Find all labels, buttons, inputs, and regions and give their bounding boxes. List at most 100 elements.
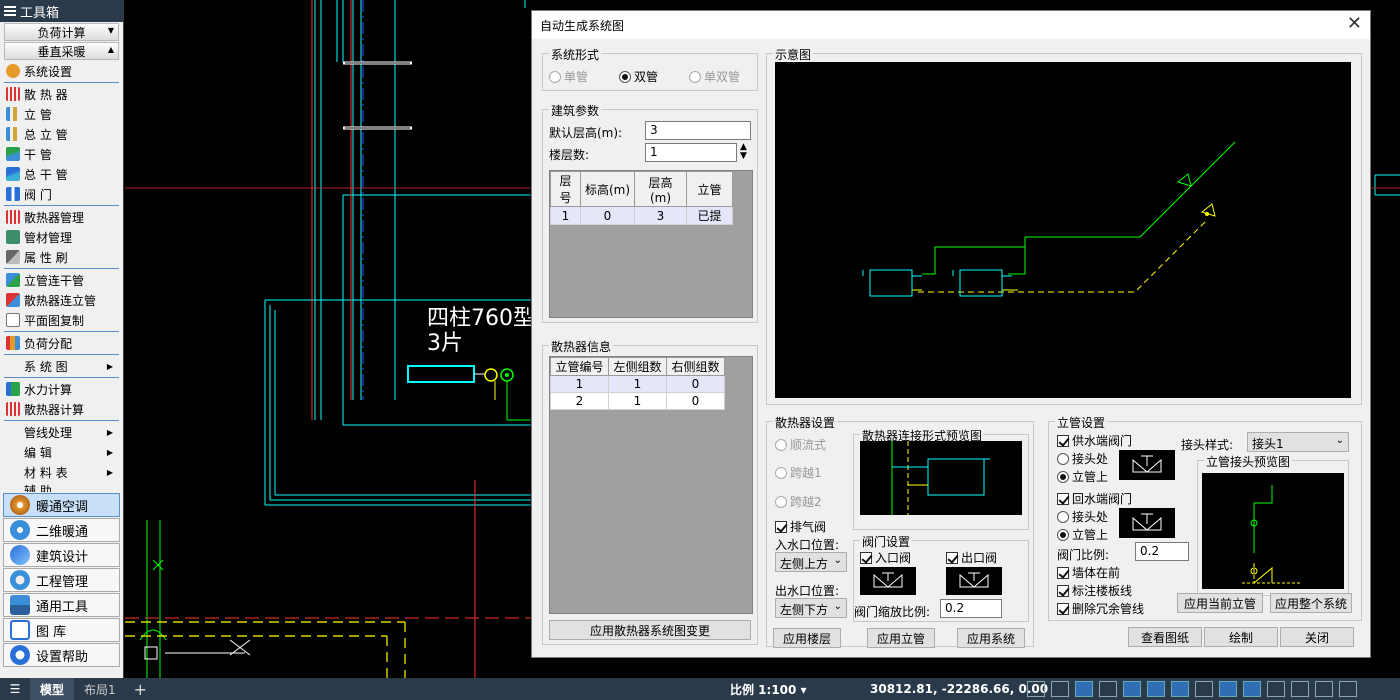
floor-height-input[interactable]: 3: [645, 121, 751, 140]
checkbox-supply-valve[interactable]: 供水端阀门: [1057, 432, 1132, 449]
section-vertical-heating[interactable]: 垂直采暖 ▲: [4, 42, 119, 60]
checkbox-vent-valve[interactable]: 排气阀: [775, 518, 826, 535]
tool-riser[interactable]: 立 管: [0, 104, 123, 124]
tool-auxiliary[interactable]: 辅 助: [0, 482, 123, 492]
selection-cycle-icon[interactable]: [1243, 681, 1261, 697]
checkbox-delete-redundant[interactable]: 删除冗余管线: [1057, 600, 1144, 617]
module-settings-help[interactable]: 设置帮助: [3, 643, 120, 667]
module-hvac[interactable]: 暖通空调: [3, 493, 120, 517]
table-row[interactable]: 2 1 0: [550, 392, 725, 410]
transparency-icon[interactable]: [1219, 681, 1237, 697]
snap-grid-icon[interactable]: [1051, 681, 1069, 697]
brush-icon: [6, 250, 20, 264]
tool-radiator-calc[interactable]: 散热器计算: [0, 399, 123, 419]
floor-count-input[interactable]: 1: [645, 143, 737, 162]
checkbox-mark-floor-line[interactable]: 标注楼板线: [1057, 582, 1132, 599]
workspace-icon[interactable]: [1291, 681, 1309, 697]
apply-riser-button[interactable]: 应用立管: [867, 628, 935, 648]
section-load-calc[interactable]: 负荷计算 ▼: [4, 23, 119, 41]
settings-icon[interactable]: [1339, 681, 1357, 697]
ortho-icon[interactable]: [1099, 681, 1117, 697]
radiator-label-type: 四柱760型: [427, 306, 535, 331]
module-general-tools[interactable]: 通用工具: [3, 593, 120, 617]
tool-radiator[interactable]: 散 热 器: [0, 84, 123, 104]
radio-single-double-pipe[interactable]: 单双管: [689, 68, 740, 85]
dynamic-input-icon[interactable]: [1075, 681, 1093, 697]
tool-system-diagram[interactable]: 系 统 图 ▶: [0, 356, 123, 376]
bar-chart-icon: [6, 336, 20, 350]
radio-return-on-riser[interactable]: 立管上: [1057, 526, 1108, 543]
module-2d-hvac[interactable]: 二维暖通: [3, 518, 120, 542]
tool-property-brush[interactable]: 属 性 刷: [0, 247, 123, 267]
tool-riser-to-main[interactable]: 立管连干管: [0, 270, 123, 290]
snap-tracking-icon[interactable]: [1171, 681, 1189, 697]
tool-system-settings[interactable]: 系统设置: [0, 61, 123, 81]
table-row[interactable]: 1 1 0: [550, 375, 725, 393]
view-drawing-button[interactable]: 查看图纸: [1128, 627, 1202, 647]
radiator-manage-icon: [6, 210, 20, 224]
module-project-manage[interactable]: 工程管理: [3, 568, 120, 592]
apply-radiator-change-button[interactable]: 应用散热器系统图变更: [549, 620, 751, 640]
polar-icon[interactable]: [1123, 681, 1141, 697]
tool-pipe-process[interactable]: 管线处理 ▶: [0, 422, 123, 442]
checkbox-wall-front[interactable]: 墙体在前: [1057, 564, 1120, 581]
close-icon[interactable]: ✕: [1347, 15, 1362, 33]
close-button[interactable]: 关闭: [1280, 627, 1354, 647]
floor-count-spinner[interactable]: ▲ ▼: [740, 143, 747, 161]
valve-ratio-input[interactable]: 0.2: [1135, 542, 1189, 561]
radio-single-pipe[interactable]: 单管: [549, 68, 588, 85]
tab-layout1[interactable]: 布局1: [74, 678, 126, 700]
tool-radiator-to-riser[interactable]: 散热器连立管: [0, 290, 123, 310]
tool-pipe-material[interactable]: 管材管理: [0, 227, 123, 247]
copy-icon: [6, 313, 20, 327]
tool-total-main-pipe[interactable]: 总 干 管: [0, 164, 123, 184]
checkbox-return-valve[interactable]: 回水端阀门: [1057, 490, 1132, 507]
joint-style-select[interactable]: 接头1 ⌄: [1247, 432, 1349, 452]
radio-bypass-2[interactable]: 跨越2: [775, 493, 822, 510]
checkbox-outlet-valve[interactable]: 出口阀: [946, 549, 997, 566]
hamburger-icon[interactable]: ☰: [0, 682, 30, 696]
inlet-position-select[interactable]: 左侧上方 ⌄: [775, 552, 847, 572]
isolate-icon[interactable]: [1315, 681, 1333, 697]
tool-hydraulic-calc[interactable]: 水力计算: [0, 379, 123, 399]
tool-main-pipe[interactable]: 干 管: [0, 144, 123, 164]
tool-main-riser[interactable]: 总 立 管: [0, 124, 123, 144]
grid-display-icon[interactable]: [1027, 681, 1045, 697]
apply-whole-system-button[interactable]: 应用整个系统: [1270, 593, 1352, 613]
valve-scale-input[interactable]: 0.2: [940, 599, 1002, 618]
tool-load-distribution[interactable]: 负荷分配: [0, 333, 123, 353]
apply-current-riser-button[interactable]: 应用当前立管: [1177, 593, 1263, 613]
tool-plan-copy[interactable]: 平面图复制: [0, 310, 123, 330]
valve-ratio-label: 阀门比例:: [1057, 548, 1110, 562]
menu-icon[interactable]: [4, 6, 16, 16]
tool-material-list[interactable]: 材 料 表 ▶: [0, 462, 123, 482]
scale-selector[interactable]: 比例 1:100 ▾: [730, 681, 807, 698]
tab-model[interactable]: 模型: [30, 678, 75, 700]
chevron-down-icon: ⌄: [1335, 435, 1344, 446]
checkbox-inlet-valve[interactable]: 入口阀: [860, 549, 911, 566]
radio-double-pipe[interactable]: 双管: [619, 68, 658, 85]
apply-system-button[interactable]: 应用系统: [957, 628, 1025, 648]
module-library[interactable]: 图 库: [3, 618, 120, 642]
annotation-icon[interactable]: [1267, 681, 1285, 697]
radio-return-at-joint[interactable]: 接头处: [1057, 508, 1108, 525]
table-row[interactable]: 1 0 3 已提: [550, 206, 733, 225]
tool-valve[interactable]: 阀 门: [0, 184, 123, 204]
apply-floor-button[interactable]: 应用楼层: [773, 628, 841, 648]
radio-bypass-1[interactable]: 跨越1: [775, 464, 822, 481]
tool-edit[interactable]: 编 辑 ▶: [0, 442, 123, 462]
lineweight-icon[interactable]: [1195, 681, 1213, 697]
library-icon: [10, 620, 30, 640]
toolbox-title: 工具箱: [20, 5, 60, 21]
radio-supply-at-joint[interactable]: 接头处: [1057, 450, 1108, 467]
group-building-params: 建筑参数 默认层高(m): 3 楼层数: 1 ▲ ▼ 层号 标高(m) 层高(m)…: [542, 102, 758, 323]
add-layout-icon[interactable]: +: [126, 680, 155, 699]
module-architecture[interactable]: 建筑设计: [3, 543, 120, 567]
radio-forward-flow[interactable]: 顺流式: [775, 436, 826, 453]
radio-supply-on-riser[interactable]: 立管上: [1057, 468, 1108, 485]
outlet-position-select[interactable]: 左侧下方 ⌄: [775, 598, 847, 618]
cursor-coordinates: 30812.81, -22286.66, 0.00: [870, 682, 1049, 696]
object-snap-icon[interactable]: [1147, 681, 1165, 697]
draw-button[interactable]: 绘制: [1204, 627, 1278, 647]
tool-radiator-manage[interactable]: 散热器管理: [0, 207, 123, 227]
